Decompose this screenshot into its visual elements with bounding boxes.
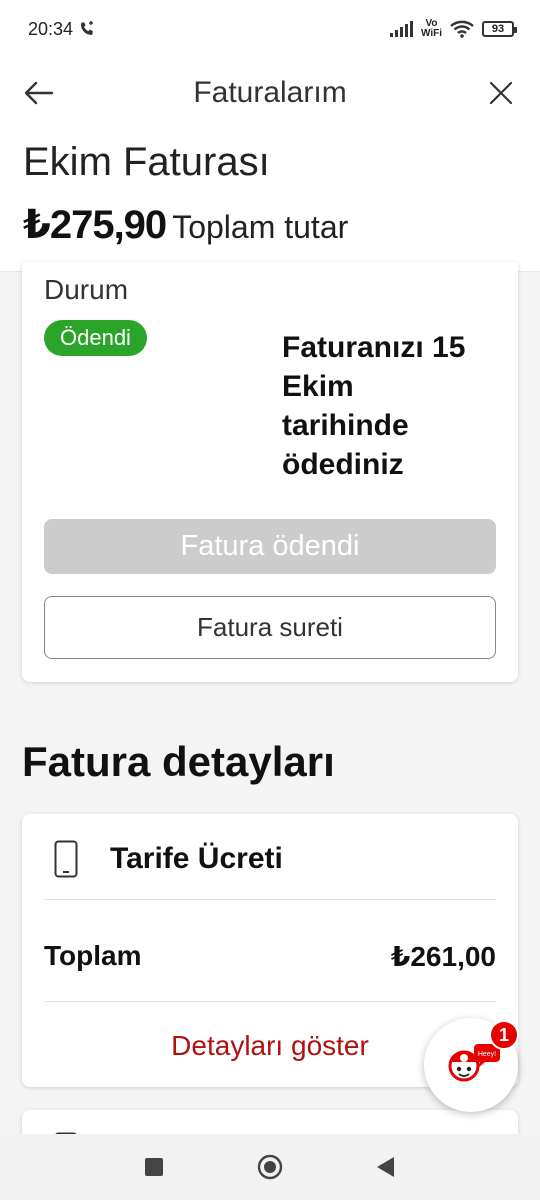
smartphone-icon — [54, 840, 78, 878]
status-left: 20:34 — [28, 19, 95, 40]
notification-badge: 1 — [489, 1020, 519, 1050]
arrow-left-icon[interactable] — [22, 76, 56, 110]
status-bar: 20:34 Vo WiFi 93 — [0, 0, 540, 58]
status-label: Durum — [44, 274, 129, 305]
close-icon[interactable] — [486, 78, 516, 108]
status-badge: Ödendi — [44, 320, 147, 356]
total-label: Toplam — [44, 940, 142, 971]
bill-amount-row: ₺275,90 Toplam tutar — [23, 202, 348, 248]
clock: 20:34 — [28, 18, 74, 39]
status-right: Vo WiFi 93 — [389, 18, 517, 39]
bill-amount-label: Toplam tutar — [172, 209, 349, 245]
details-section-title: Fatura detayları — [22, 738, 335, 785]
triangle-back-icon[interactable] — [372, 1153, 400, 1181]
battery-icon: 93 — [482, 21, 517, 37]
vowifi-indicator: Vo WiFi — [420, 18, 442, 39]
square-icon[interactable] — [140, 1153, 168, 1181]
system-nav-bar — [0, 1134, 540, 1200]
signal-icon — [389, 21, 413, 37]
tariff-title: Tarife Ücreti — [110, 842, 283, 875]
bill-copy-button[interactable]: Fatura sureti — [44, 596, 496, 659]
phone-call-icon — [81, 21, 94, 35]
divider — [44, 1001, 496, 1002]
app-bar: Faturalarım — [0, 58, 540, 128]
total-value: ₺261,00 — [390, 941, 496, 972]
mascot-text: Heey! — [478, 1051, 496, 1058]
bill-header: Ekim Faturası ₺275,90 Toplam tutar — [0, 128, 540, 272]
payment-message: Faturanızı 15 Ekim tarihinde ödediniz — [282, 331, 466, 481]
page-title: Faturalarım — [193, 76, 347, 109]
wifi-icon — [450, 20, 474, 38]
bill-amount: ₺275,90 — [23, 203, 167, 247]
status-card: Durum Ödendi Faturanızı 15 Ekim tarihind… — [22, 262, 518, 682]
divider — [44, 899, 496, 900]
bill-month-title: Ekim Faturası — [23, 140, 270, 184]
circle-icon[interactable] — [256, 1153, 284, 1181]
bill-paid-button[interactable]: Fatura ödendi — [44, 519, 496, 574]
